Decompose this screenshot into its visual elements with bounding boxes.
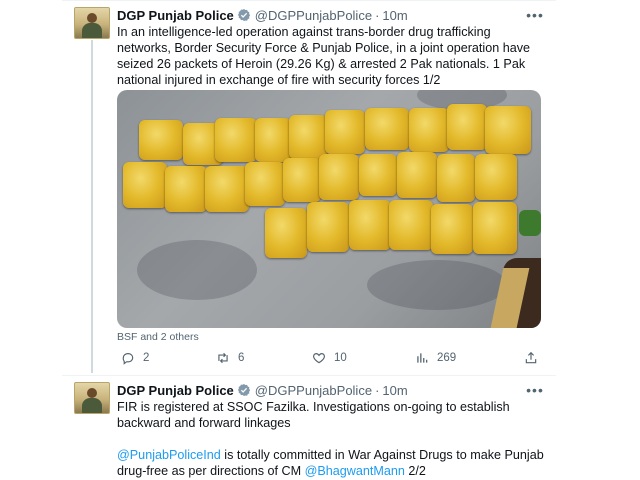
tweet-action-bar: 2 6 10 269 xyxy=(117,351,541,369)
tweet-timestamp[interactable]: 10m xyxy=(382,383,407,398)
author-avatar[interactable] xyxy=(74,7,110,39)
like-icon xyxy=(313,353,325,364)
author-handle[interactable]: @DGPPunjabPolice xyxy=(255,8,372,23)
divider-top xyxy=(62,0,556,1)
more-options-icon[interactable]: ••• xyxy=(526,7,543,23)
retweet-button[interactable]: 6 xyxy=(216,351,244,365)
like-button[interactable]: 10 xyxy=(312,351,347,365)
verified-badge-icon xyxy=(237,9,250,21)
views-count: 269 xyxy=(437,352,457,364)
mention-link[interactable]: @BhagwantMann xyxy=(305,464,405,478)
tweet-text-part: 2/2 xyxy=(404,464,426,478)
share-icon xyxy=(525,351,537,364)
retweet-count: 6 xyxy=(238,352,245,364)
author-handle[interactable]: @DGPPunjabPolice xyxy=(255,383,372,398)
tweet-divider xyxy=(62,375,556,376)
tweet-header: DGP Punjab Police @DGPPunjabPolice · 10m xyxy=(117,6,408,24)
mention-link[interactable]: @PunjabPoliceInd xyxy=(117,448,221,462)
separator-dot: · xyxy=(375,7,380,23)
separator-dot: · xyxy=(375,382,380,398)
tweet-photo[interactable] xyxy=(117,90,541,328)
verified-badge-icon xyxy=(237,384,250,396)
tweet-timestamp[interactable]: 10m xyxy=(382,8,407,23)
tweet-text: FIR is registered at SSOC Fazilka. Inves… xyxy=(117,399,547,479)
tweet-text-part: FIR is registered at SSOC Fazilka. Inves… xyxy=(117,400,514,430)
more-options-icon[interactable]: ••• xyxy=(526,382,543,398)
retweet-icon xyxy=(218,352,228,364)
share-button[interactable] xyxy=(524,351,546,365)
author-avatar[interactable] xyxy=(74,382,110,414)
author-name[interactable]: DGP Punjab Police xyxy=(117,383,234,398)
tagged-users-link[interactable]: BSF and 2 others xyxy=(117,331,199,343)
tweet-header: DGP Punjab Police @DGPPunjabPolice · 10m xyxy=(117,381,408,399)
reply-icon xyxy=(122,353,134,365)
tweet-text: In an intelligence-led operation against… xyxy=(117,25,534,87)
views-button[interactable]: 269 xyxy=(415,351,456,365)
author-name[interactable]: DGP Punjab Police xyxy=(117,8,234,23)
reply-button[interactable]: 2 xyxy=(121,351,149,365)
like-count: 10 xyxy=(334,352,347,364)
reply-count: 2 xyxy=(143,352,150,364)
thread-connector-line xyxy=(91,40,93,373)
views-icon xyxy=(417,353,428,363)
